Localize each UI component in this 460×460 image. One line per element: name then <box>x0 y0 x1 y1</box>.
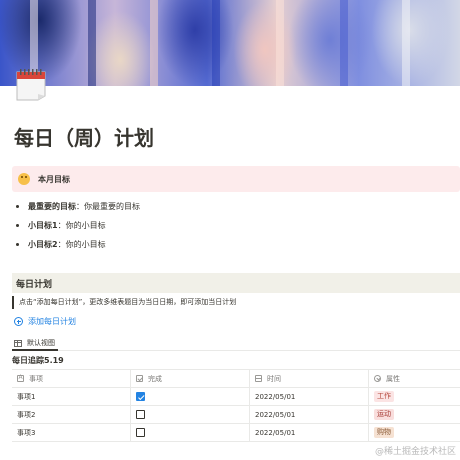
table-header-row: 事项 完成 时间 属性 <box>12 370 460 388</box>
text-property-icon <box>17 374 24 382</box>
add-daily-plan-button[interactable]: 添加每日计划 <box>14 316 76 327</box>
table-row[interactable]: 事项2 2022/05/01 运动 <box>12 406 460 424</box>
smile-emoji-icon <box>18 173 30 185</box>
attribute-cell[interactable]: 购物 <box>369 424 460 441</box>
bullet-dot-icon <box>16 205 19 208</box>
column-header-attribute[interactable]: 属性 <box>369 370 460 387</box>
attribute-cell[interactable]: 工作 <box>369 388 460 405</box>
checkbox-property-icon <box>136 375 143 382</box>
table-icon <box>14 339 22 347</box>
bullet-dot-icon <box>16 224 19 227</box>
attribute-tag: 运动 <box>374 409 394 420</box>
name-cell[interactable]: 事项2 <box>12 406 131 423</box>
column-header-label: 时间 <box>267 374 281 383</box>
page-title[interactable]: 每日（周）计划 <box>14 122 154 151</box>
date-cell[interactable]: 2022/05/01 <box>250 424 369 441</box>
cover-image <box>0 0 460 86</box>
plus-circle-icon <box>14 317 23 326</box>
goal-separator: ： <box>57 220 66 230</box>
column-header-name[interactable]: 事项 <box>12 370 131 387</box>
section-heading-text: 每日计划 <box>16 279 53 290</box>
column-header-label: 属性 <box>386 374 400 383</box>
date-cell[interactable]: 2022/05/01 <box>250 388 369 405</box>
goal-text: 你最重要的目标 <box>84 201 140 211</box>
view-tab-label: 默认视图 <box>27 339 55 347</box>
goal-separator: ： <box>57 239 66 249</box>
select-property-icon <box>374 375 381 382</box>
list-item[interactable]: 小目标1：你的小目标 <box>16 216 140 235</box>
attribute-cell[interactable]: 运动 <box>369 406 460 423</box>
column-header-done[interactable]: 完成 <box>131 370 250 387</box>
goal-label: 最重要的目标 <box>28 201 76 211</box>
goal-separator: ： <box>76 201 84 211</box>
column-header-time[interactable]: 时间 <box>250 370 369 387</box>
calendar-icon[interactable] <box>14 66 50 102</box>
column-header-label: 完成 <box>148 374 162 383</box>
callout-text: 本月目标 <box>38 174 70 184</box>
goal-text: 你的小目标 <box>65 239 106 249</box>
list-item[interactable]: 小目标2：你的小目标 <box>16 235 140 254</box>
done-cell <box>131 388 250 405</box>
goal-label: 小目标2 <box>28 239 58 249</box>
quote-block[interactable]: 点击“添加每日计划”，更改多维表题目为当日日期，即可添加当日计划 <box>12 296 236 309</box>
tab-default-view[interactable]: 默认视图 <box>14 337 55 349</box>
attribute-tag: 工作 <box>374 391 394 402</box>
name-cell[interactable]: 事项1 <box>12 388 131 405</box>
name-cell[interactable]: 事项3 <box>12 424 131 441</box>
table-row[interactable]: 事项3 2022/05/01 购物 <box>12 424 460 442</box>
column-header-label: 事项 <box>29 374 43 383</box>
goal-label: 小目标1 <box>28 220 58 230</box>
watermark-text: @稀土掘金技术社区 <box>374 447 456 457</box>
section-heading[interactable]: 每日计划 <box>12 273 460 293</box>
database-table: 事项 完成 时间 属性 事项1 2022/05/01 工作 事项2 2022/0… <box>12 369 460 442</box>
done-checkbox[interactable] <box>136 428 145 437</box>
list-item[interactable]: 最重要的目标：你最重要的目标 <box>16 197 140 216</box>
done-checkbox[interactable] <box>136 410 145 419</box>
database-title[interactable]: 每日追踪5.19 <box>12 355 64 366</box>
date-cell[interactable]: 2022/05/01 <box>250 406 369 423</box>
done-cell <box>131 424 250 441</box>
done-cell <box>131 406 250 423</box>
add-daily-plan-label: 添加每日计划 <box>28 317 76 326</box>
date-property-icon <box>255 375 262 382</box>
done-checkbox[interactable] <box>136 392 145 401</box>
attribute-tag: 购物 <box>374 427 394 438</box>
callout-block[interactable]: 本月目标 <box>12 166 460 192</box>
goal-list: 最重要的目标：你最重要的目标 小目标1：你的小目标 小目标2：你的小目标 <box>16 197 140 254</box>
bullet-dot-icon <box>16 243 19 246</box>
goal-text: 你的小目标 <box>65 220 106 230</box>
table-row[interactable]: 事项1 2022/05/01 工作 <box>12 388 460 406</box>
view-tab-divider <box>12 349 460 351</box>
